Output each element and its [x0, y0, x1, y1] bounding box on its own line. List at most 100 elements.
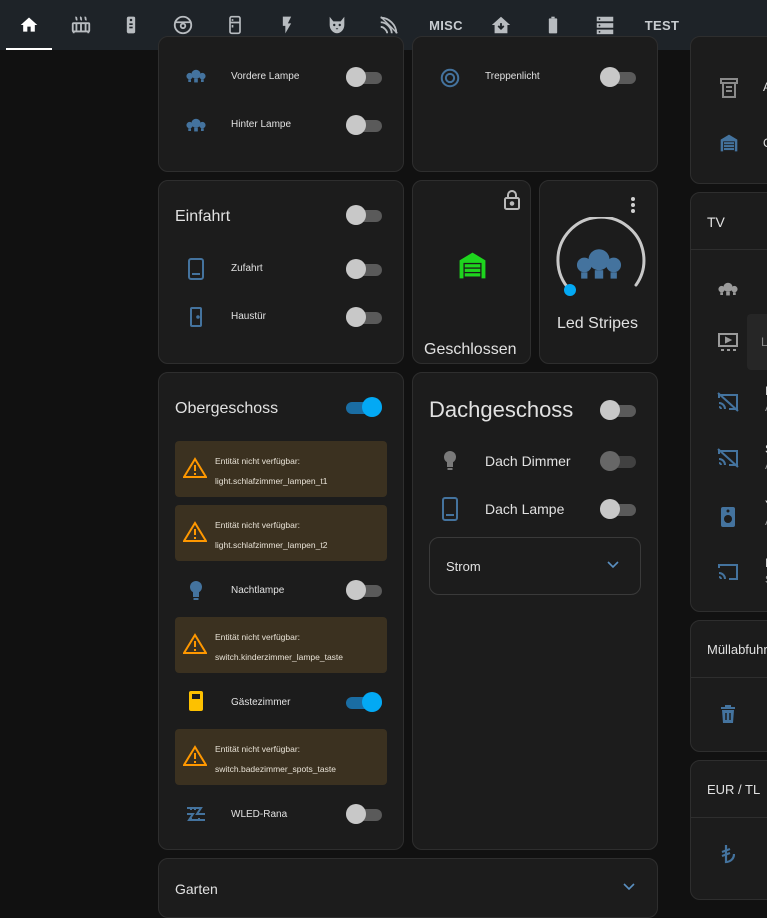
lightbulb-icon	[444, 451, 456, 470]
nachtlampe-label: Nachtlampe	[231, 585, 285, 596]
media-player-icon	[718, 333, 738, 351]
einfahrt-master-toggle[interactable]	[346, 204, 382, 226]
light-group-icon	[718, 282, 738, 296]
dach-dimmer-label: Dach Dimmer	[485, 453, 571, 469]
hinter-lampe-toggle[interactable]	[346, 114, 382, 136]
gaestezimmer-toggle[interactable]	[346, 691, 382, 713]
server-icon	[596, 16, 614, 35]
alert-icon	[183, 457, 207, 478]
flash-icon	[282, 16, 292, 34]
garten-title: Garten	[175, 881, 218, 897]
dachgeschoss-title: Dachgeschoss	[429, 397, 574, 422]
right-top-card: A C	[690, 36, 767, 184]
obergeschoss-master-toggle[interactable]	[346, 396, 382, 418]
eur-tl-card: EUR / TL	[690, 760, 767, 900]
tab-remote[interactable]	[108, 0, 154, 50]
led-stripes-card[interactable]: Led Stripes	[539, 180, 658, 364]
muell-title: Müllabfuhr	[707, 642, 767, 657]
zufahrt-toggle[interactable]	[346, 258, 382, 280]
warning-text: Entität nicht verfügbar: light.schlafzimm…	[215, 520, 328, 550]
wled-rana-toggle[interactable]	[346, 803, 382, 825]
garage-state: Geschlossen	[424, 341, 517, 358]
dachgeschoss-master-toggle[interactable]	[600, 399, 636, 421]
radiator-icon	[71, 16, 91, 34]
tab-test-label: TEST	[644, 17, 680, 33]
chevron-down-icon	[623, 883, 635, 891]
garage-icon	[459, 252, 486, 279]
home-import-icon	[491, 16, 511, 34]
lock-icon[interactable]	[503, 189, 521, 211]
hinter-lampe-label: Hinter Lampe	[231, 119, 292, 130]
gaestezimmer-label: Gästezimmer	[231, 697, 291, 708]
right-top-partial-1: A	[763, 80, 767, 94]
warning-box: Entität nicht verfügbar: light.schlafzimm…	[175, 441, 387, 497]
einfahrt-title: Einfahrt	[175, 208, 231, 225]
stairs-card: Treppenlicht	[412, 36, 658, 172]
tab-home[interactable]	[6, 0, 52, 50]
cat-icon	[329, 16, 345, 34]
lightbulb-icon	[190, 581, 202, 600]
tablet-icon	[189, 691, 203, 711]
obergeschoss-card: Obergeschoss Entität nicht verfügbar: lig…	[158, 372, 404, 850]
alert-icon	[183, 633, 207, 654]
chevron-down-icon	[607, 561, 619, 569]
garage-card[interactable]: Geschlossen	[412, 180, 531, 364]
vordere-lampe-toggle[interactable]	[346, 66, 382, 88]
battery-icon	[548, 16, 558, 34]
treppenlicht-label: Treppenlicht	[485, 71, 540, 82]
muell-card: Müllabfuhr	[690, 620, 767, 752]
tv-card: TV L I A S A Y A I S	[690, 192, 767, 612]
more-vert-icon[interactable]	[628, 195, 638, 215]
warning-text: Entität nicht verfügbar: switch.badezimme…	[215, 744, 336, 774]
dach-lampe-toggle[interactable]	[600, 498, 636, 520]
garage-icon	[720, 134, 738, 152]
warning-text: Entität nicht verfügbar: light.schlafzimm…	[215, 456, 328, 486]
tab-heating[interactable]	[58, 0, 104, 50]
vordere-lampe-label: Vordere Lampe	[231, 71, 300, 82]
warning-box: Entität nicht verfügbar: switch.kinderzim…	[175, 617, 387, 673]
right-top-partial-2: C	[763, 136, 767, 150]
home-icon	[20, 17, 38, 32]
zufahrt-label: Zufahrt	[231, 263, 263, 274]
einfahrt-card: Einfahrt Zufahrt Haustür	[158, 180, 404, 364]
box-icon	[720, 78, 738, 98]
strom-expander[interactable]: Strom	[429, 537, 641, 595]
alert-icon	[183, 521, 207, 542]
ring-light-icon	[440, 68, 460, 88]
haustuer-toggle[interactable]	[346, 306, 382, 328]
tablet-icon	[442, 497, 458, 521]
currency-try-icon	[721, 845, 735, 864]
wled-rana-label: WLED-Rana	[231, 809, 288, 820]
eur-tl-title: EUR / TL	[707, 782, 761, 797]
trash-icon	[721, 705, 735, 723]
tab-misc-label: MISC	[429, 17, 463, 33]
cast-off-icon	[717, 448, 739, 468]
remote-icon	[126, 16, 136, 34]
alert-icon	[183, 745, 207, 766]
warning-box: Entität nicht verfügbar: light.schlafzimm…	[175, 505, 387, 561]
dachgeschoss-card: Dachgeschoss Dach Dimmer Dach Lampe Stro…	[412, 372, 658, 850]
nachtlampe-toggle[interactable]	[346, 579, 382, 601]
treppenlicht-toggle[interactable]	[600, 66, 636, 88]
source-select-partial: L	[761, 335, 767, 349]
source-select[interactable]: L	[747, 314, 767, 370]
fridge-icon	[229, 15, 241, 35]
warning-box: Entität nicht verfügbar: switch.badezimme…	[175, 729, 387, 785]
robot-vacuum-icon	[173, 15, 193, 35]
cast-icon	[718, 564, 738, 580]
strom-label: Strom	[446, 559, 481, 574]
tablet-icon	[188, 258, 204, 280]
lamps-card: Vordere Lampe Hinter Lampe	[158, 36, 404, 172]
led-strip-icon	[187, 807, 205, 821]
tv-inner: L I A S A Y A I S	[691, 249, 767, 611]
muell-inner	[691, 677, 767, 751]
light-group-icon	[186, 69, 206, 83]
dach-dimmer-toggle[interactable]	[600, 450, 636, 472]
light-group-icon	[186, 118, 206, 132]
warning-text: Entität nicht verfügbar: switch.kinderzim…	[215, 632, 344, 662]
light-group-icon	[576, 249, 622, 279]
wifi-strength-icon	[380, 16, 398, 34]
garten-card[interactable]: Garten	[158, 858, 658, 918]
obergeschoss-title: Obergeschoss	[175, 400, 279, 417]
speaker-icon	[721, 507, 735, 527]
